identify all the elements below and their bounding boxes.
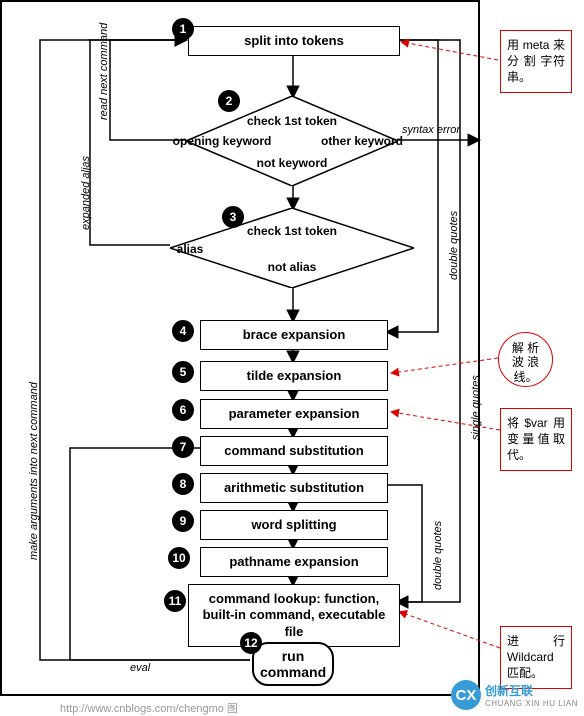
s9-label: word splitting (251, 517, 336, 532)
badge-1: 1 (172, 18, 194, 40)
badge-4: 4 (172, 320, 194, 342)
decision-check-1st-token-1: check 1st token opening keyword other ke… (186, 96, 398, 186)
step-word-splitting: word splitting (200, 510, 388, 540)
annot-var-subst: 将$var用 变 量 值 取代。 (500, 408, 572, 471)
s5-label: tilde expansion (247, 368, 342, 383)
label-make-arguments: make arguments into next command (28, 382, 40, 560)
label-read-next-command: read next command (98, 23, 110, 120)
footer-url: http://www.cnblogs.com/chengmo 图 (60, 700, 238, 716)
badge-5: 5 (172, 361, 194, 383)
s8-label: arithmetic substitution (224, 480, 364, 495)
logo-brand: 创新互联 (485, 682, 578, 699)
d2-bottom: not keyword (186, 156, 398, 170)
decision-check-1st-token-2: check 1st token alias not alias (170, 208, 414, 288)
badge-12: 12 (240, 632, 262, 654)
s12-label: run command (260, 648, 326, 680)
badge-7: 7 (172, 436, 194, 458)
badge-6: 6 (172, 399, 194, 421)
badge-3: 3 (222, 206, 244, 228)
badge-2: 2 (218, 90, 240, 112)
brand-logo: CX 创新互联 CHUANG XIN HU LIAN (451, 680, 578, 710)
d2-right: other keyword (292, 134, 432, 148)
annot-meta-split: 用 meta 来 分 割 字符串。 (500, 30, 572, 93)
s4-label: brace expansion (243, 327, 346, 342)
step-arithmetic-substitution: arithmetic substitution (200, 473, 388, 503)
s11-label: command lookup: function, built-in comma… (203, 591, 386, 639)
step-brace-expansion: brace expansion (200, 320, 388, 350)
badge-8: 8 (172, 473, 194, 495)
label-eval: eval (130, 662, 150, 674)
step-1-label: split into tokens (244, 33, 344, 48)
step-tilde-expansion: tilde expansion (200, 361, 388, 391)
d2-top: check 1st token (186, 114, 398, 128)
s6-label: parameter expansion (229, 406, 360, 421)
annot-tilde: 解 析 波 浪 线。 (498, 332, 553, 387)
step-run-command: run command (252, 642, 334, 686)
label-single-quotes: single quotes (470, 375, 482, 440)
d3-bottom: not alias (170, 260, 414, 274)
step-parameter-expansion: parameter expansion (200, 399, 388, 429)
label-double-quotes-1: double quotes (448, 211, 460, 280)
step-command-lookup: command lookup: function, built-in comma… (188, 584, 400, 647)
d3-top: check 1st token (170, 224, 414, 238)
s10-label: pathname expansion (229, 554, 358, 569)
step-command-substitution: command substitution (200, 436, 388, 466)
d3-left: alias (130, 242, 250, 256)
label-double-quotes-2: double quotes (432, 521, 444, 590)
step-pathname-expansion: pathname expansion (200, 547, 388, 577)
logo-mark-icon: CX (451, 680, 481, 710)
badge-10: 10 (168, 547, 190, 569)
d2-left: opening keyword (152, 134, 292, 148)
label-expanded-alias: expanded alias (80, 156, 92, 230)
step-split-tokens: split into tokens (188, 26, 400, 56)
badge-9: 9 (172, 510, 194, 532)
logo-sub: CHUANG XIN HU LIAN (485, 699, 578, 708)
badge-11: 11 (164, 590, 186, 612)
label-syntax-error: syntax error (402, 124, 460, 136)
s7-label: command substitution (224, 443, 363, 458)
